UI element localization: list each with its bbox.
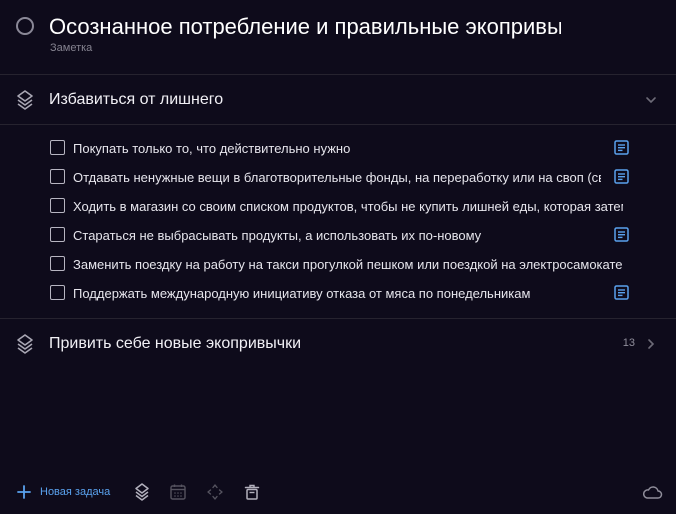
note-icon[interactable] [614, 285, 629, 300]
note-icon[interactable] [614, 227, 629, 242]
add-section-icon[interactable] [133, 483, 151, 501]
section-title: Привить себе новые экопривычки [49, 335, 302, 352]
checklist-item: Отдавать ненужные вещи в благотворительн… [0, 163, 676, 192]
plus-icon[interactable] [17, 485, 31, 499]
bottom-toolbar: Новая задача [0, 476, 676, 510]
divider [0, 124, 676, 125]
chevron-right-icon[interactable] [644, 337, 658, 351]
divider [0, 74, 676, 75]
checkbox[interactable] [50, 198, 65, 213]
move-icon[interactable] [206, 483, 224, 501]
checklist-item: Ходить в магазин со своим списком продук… [0, 192, 676, 221]
note-icon[interactable] [614, 140, 629, 155]
complete-circle-icon[interactable] [16, 17, 34, 35]
checkbox[interactable] [50, 140, 65, 155]
checklist-item: Стараться не выбрасывать продукты, а исп… [0, 221, 676, 250]
trash-icon[interactable] [243, 483, 261, 501]
checkbox[interactable] [50, 169, 65, 184]
checklist-item-text[interactable]: Отдавать ненужные вещи в благотворительн… [73, 169, 601, 186]
note-header: Осознанное потребление и правильные экоп… [0, 0, 676, 74]
checklist: Покупать только то, что действительно ну… [0, 134, 676, 308]
section-icon [17, 90, 33, 110]
new-task-button[interactable]: Новая задача [40, 486, 110, 498]
divider [0, 318, 676, 319]
calendar-icon[interactable] [169, 483, 187, 501]
task-count-badge: 13 [622, 337, 635, 349]
checklist-item: Поддержать международную инициативу отка… [0, 279, 676, 308]
section-header-declutter[interactable]: Избавиться от лишнего [0, 76, 676, 124]
checklist-item-text[interactable]: Заменить поездку на работу на такси прог… [73, 256, 623, 273]
note-icon[interactable] [614, 169, 629, 184]
checkbox[interactable] [50, 256, 65, 271]
checklist-item: Покупать только то, что действительно ну… [0, 134, 676, 163]
section-header-eco-habits[interactable]: Привить себе новые экопривычки 13 [0, 320, 676, 368]
chevron-down-icon[interactable] [644, 93, 658, 107]
section-icon [17, 334, 33, 354]
checklist-item-text[interactable]: Покупать только то, что действительно ну… [73, 140, 623, 157]
section-title: Избавиться от лишнего [49, 91, 224, 108]
task-app: Осознанное потребление и правильные экоп… [0, 0, 676, 514]
checkbox[interactable] [50, 227, 65, 242]
checklist-item-text[interactable]: Ходить в магазин со своим списком продук… [73, 198, 623, 215]
checklist-item-text[interactable]: Стараться не выбрасывать продукты, а исп… [73, 227, 623, 244]
cloud-icon[interactable] [641, 483, 663, 501]
checkbox[interactable] [50, 285, 65, 300]
note-type-label: Заметка [50, 42, 93, 54]
checklist-item-text[interactable]: Поддержать международную инициативу отка… [73, 285, 623, 302]
page-title[interactable]: Осознанное потребление и правильные экоп… [49, 13, 561, 41]
checklist-item: Заменить поездку на работу на такси прог… [0, 250, 676, 279]
